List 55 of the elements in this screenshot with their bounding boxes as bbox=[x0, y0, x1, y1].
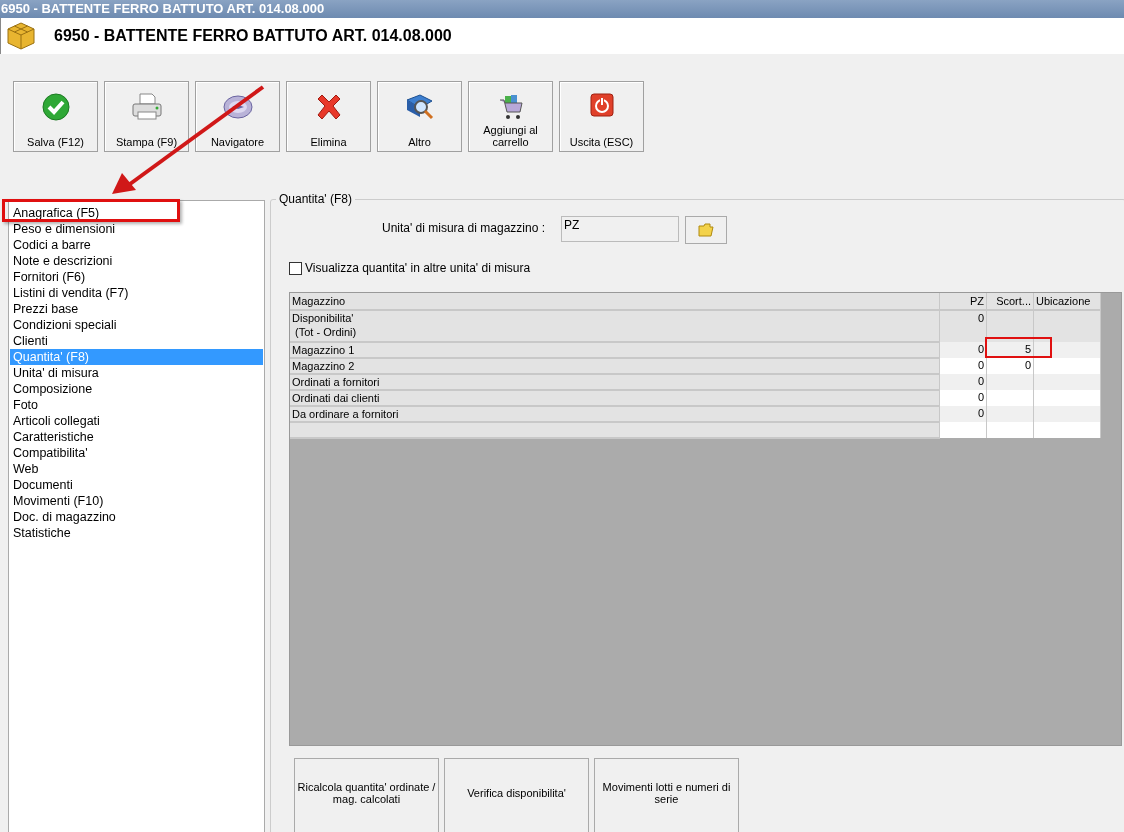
section-item[interactable]: Unita' di misura bbox=[10, 365, 263, 381]
section-item[interactable]: Anagrafica (F5) bbox=[10, 205, 263, 221]
toolbar-button[interactable]: Aggiungi al carrello bbox=[468, 81, 553, 152]
section-item[interactable]: Caratteristiche bbox=[10, 429, 263, 445]
section-item[interactable]: Composizione bbox=[10, 381, 263, 397]
section-item[interactable]: Listini di vendita (F7) bbox=[10, 285, 263, 301]
checkbox[interactable] bbox=[289, 261, 302, 275]
section-item[interactable]: Statistiche bbox=[10, 525, 263, 541]
power-icon bbox=[588, 92, 615, 118]
checkbox-label: Visualizza quantita' in altre unita' di misura bbox=[305, 261, 531, 275]
section-item[interactable]: Codici a barre bbox=[10, 237, 263, 253]
compass-icon bbox=[221, 92, 254, 122]
section-item[interactable]: Compatibilita' bbox=[10, 445, 263, 461]
column-header[interactable]: PZ bbox=[939, 293, 987, 310]
section-item[interactable]: Prezzi base bbox=[10, 301, 263, 317]
action-button[interactable]: Movimenti lotti e numeri di serie bbox=[594, 758, 739, 832]
action-button[interactable]: Ricalcola quantita' ordinate / mag. calcolati bbox=[294, 758, 439, 832]
section-item[interactable]: Articoli collegati bbox=[10, 413, 263, 429]
record-title: 6950 - BATTENTE FERRO BATTUTO ART. 014.08.000 bbox=[54, 27, 452, 45]
toolbar-button[interactable]: Salva (F12) bbox=[13, 81, 98, 152]
section-item[interactable]: Movimenti (F10) bbox=[10, 493, 263, 509]
toolbar-button[interactable]: Elimina bbox=[286, 81, 371, 152]
column-header[interactable]: Scort... bbox=[986, 293, 1034, 310]
table-cell: 0 bbox=[939, 358, 987, 374]
toolbar-button[interactable]: Navigatore bbox=[195, 81, 280, 152]
group-title: Quantita' (F8) bbox=[276, 192, 355, 206]
checkmark-icon bbox=[40, 92, 71, 122]
section-item[interactable]: Doc. di magazzino bbox=[10, 509, 263, 525]
column-header[interactable]: Magazzino bbox=[290, 293, 940, 310]
table-cell: 0 bbox=[939, 406, 987, 422]
table-cell: Disponibilita' (Tot - Ordini) bbox=[290, 310, 940, 342]
section-item[interactable]: Web bbox=[10, 461, 263, 477]
toolbar-button[interactable]: Altro bbox=[377, 81, 462, 152]
folder-icon bbox=[698, 223, 714, 237]
section-item[interactable]: Note e descrizioni bbox=[10, 253, 263, 269]
table-cell: 0 bbox=[939, 342, 987, 358]
cube-icon bbox=[6, 21, 36, 51]
table-cell: 0 bbox=[939, 390, 987, 406]
section-item[interactable]: Condizioni speciali bbox=[10, 317, 263, 333]
section-item[interactable]: Fornitori (F6) bbox=[10, 269, 263, 285]
toolbar-button[interactable]: Stampa (F9) bbox=[104, 81, 189, 152]
table-cell: 0 bbox=[986, 358, 1034, 374]
printer-icon bbox=[129, 92, 164, 122]
unit-field[interactable]: PZ bbox=[561, 216, 679, 242]
section-item[interactable]: Documenti bbox=[10, 477, 263, 493]
action-button[interactable]: Verifica disponibilita' bbox=[444, 758, 589, 832]
section-item[interactable]: Clienti bbox=[10, 333, 263, 349]
highlight-frame bbox=[985, 337, 1052, 358]
table-cell: 0 bbox=[939, 374, 987, 390]
column-header[interactable]: Ubicazione bbox=[1033, 293, 1101, 310]
window-title: 6950 - BATTENTE FERRO BATTUTO ART. 014.08.000 bbox=[0, 0, 1124, 18]
section-item[interactable]: Foto bbox=[10, 397, 263, 413]
toolbar-button[interactable]: Uscita (ESC) bbox=[559, 81, 644, 152]
section-item[interactable]: Peso e dimensioni bbox=[10, 221, 263, 237]
unit-label: Unita' di misura di magazzino : bbox=[380, 220, 546, 235]
